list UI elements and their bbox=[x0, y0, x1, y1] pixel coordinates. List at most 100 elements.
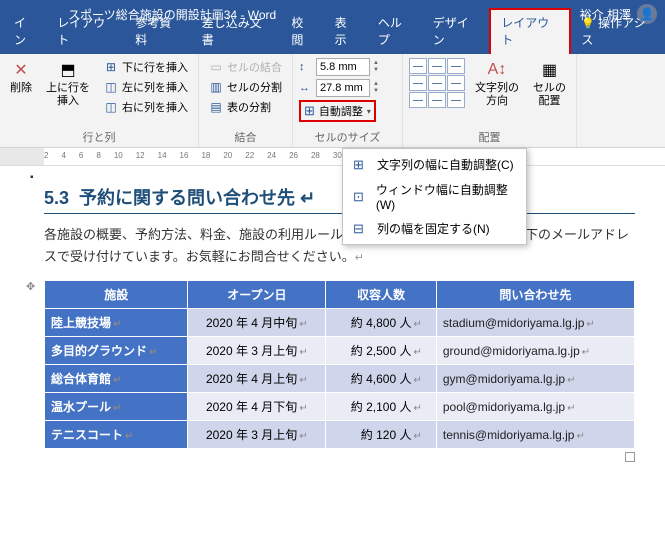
ruler-tick: 2 bbox=[44, 151, 48, 160]
split-table-button[interactable]: ▤表の分割 bbox=[205, 98, 286, 116]
cell-date[interactable]: 2020 年 4 月下旬↵ bbox=[188, 393, 326, 421]
insert-column-right-button[interactable]: ◫右に列を挿入 bbox=[100, 98, 192, 116]
horizontal-ruler[interactable]: 24681012141618202224262830323436384042 bbox=[0, 148, 665, 166]
section-heading[interactable]: 5.3 予約に関する問い合わせ先 ↵ bbox=[44, 178, 635, 214]
tab-tell-me[interactable]: 操作アシス bbox=[571, 10, 665, 54]
align-mr[interactable] bbox=[447, 75, 465, 91]
cell-facility[interactable]: 総合体育館↵ bbox=[45, 365, 188, 393]
cell-capacity[interactable]: 約 2,500 人↵ bbox=[326, 337, 437, 365]
delete-button[interactable]: ✕ 削除 bbox=[6, 58, 36, 97]
width-icon: ↔ bbox=[299, 82, 313, 94]
cell-email[interactable]: tennis@midoriyama.lg.jp↵ bbox=[436, 421, 634, 449]
insert-row-below-button[interactable]: ⊞下に行を挿入 bbox=[100, 58, 192, 76]
text-direction-label: 文字列の 方向 bbox=[475, 82, 519, 108]
tab-view[interactable]: 表示 bbox=[325, 10, 368, 54]
col-contact[interactable]: 問い合わせ先 bbox=[436, 281, 634, 309]
insert-row-above-button[interactable]: ⬒ 上に行を 挿入 bbox=[42, 58, 94, 110]
ruler-tick: 4 bbox=[61, 151, 65, 160]
cell-email[interactable]: stadium@midoriyama.lg.jp↵ bbox=[436, 309, 634, 337]
tab-mailings[interactable]: 差し込み文書 bbox=[192, 10, 282, 54]
align-br[interactable] bbox=[447, 92, 465, 108]
fixed-width-item[interactable]: ⊟列の幅を固定する(N) bbox=[343, 216, 526, 241]
align-bl[interactable] bbox=[409, 92, 427, 108]
cell-facility[interactable]: 温水プール↵ bbox=[45, 393, 188, 421]
ruler-tick: 24 bbox=[267, 151, 276, 160]
column-width-spinner[interactable]: ↔ ▲▼ bbox=[299, 79, 379, 97]
table-row[interactable]: 陸上競技場↵2020 年 4 月中旬↵約 4,800 人↵stadium@mid… bbox=[45, 309, 635, 337]
row-height-input[interactable] bbox=[316, 58, 370, 76]
cell-facility[interactable]: 陸上競技場↵ bbox=[45, 309, 188, 337]
split-cells-button[interactable]: ▥セルの分割 bbox=[205, 78, 286, 96]
delete-label: 削除 bbox=[10, 82, 32, 95]
insert-column-left-button[interactable]: ◫ 左に列を挿入 bbox=[100, 78, 192, 96]
insert-left-label: 左に列を挿入 bbox=[122, 79, 188, 95]
ruler-tick: 18 bbox=[201, 151, 210, 160]
down-caret-icon[interactable]: ▼ bbox=[373, 67, 379, 74]
ruler-tick: 8 bbox=[96, 151, 100, 160]
insert-above-label: 上に行を 挿入 bbox=[46, 82, 90, 108]
cell-email[interactable]: gym@midoriyama.lg.jp↵ bbox=[436, 365, 634, 393]
ruler-tick: 20 bbox=[223, 151, 232, 160]
table-row[interactable]: テニスコート↵2020 年 3 月上旬↵約 120 人↵tennis@midor… bbox=[45, 421, 635, 449]
cell-date[interactable]: 2020 年 4 月中旬↵ bbox=[188, 309, 326, 337]
down-caret-icon[interactable]: ▼ bbox=[373, 88, 379, 95]
cell-facility[interactable]: 多目的グラウンド↵ bbox=[45, 337, 188, 365]
ruler-tick: 6 bbox=[79, 151, 83, 160]
table-anchor-icon[interactable]: ✥ bbox=[26, 280, 35, 293]
align-bc[interactable] bbox=[428, 92, 446, 108]
up-caret-icon[interactable]: ▲ bbox=[373, 60, 379, 67]
cell-capacity[interactable]: 約 2,100 人↵ bbox=[326, 393, 437, 421]
tab-references[interactable]: 参考資料 bbox=[125, 10, 191, 54]
table-row[interactable]: 多目的グラウンド↵2020 年 3 月上旬↵約 2,500 人↵ground@m… bbox=[45, 337, 635, 365]
table-row[interactable]: 温水プール↵2020 年 4 月下旬↵約 2,100 人↵pool@midori… bbox=[45, 393, 635, 421]
dropdown-caret-icon: ▾ bbox=[367, 107, 371, 116]
tab-layout-doc[interactable]: レイアウト bbox=[47, 10, 125, 54]
autofit-icon: ⊞ bbox=[304, 103, 315, 119]
cell-margins-button[interactable]: ▦ セルの 配置 bbox=[529, 58, 570, 110]
paragraph-text: 各施設の概要、予約方法、料金、施設の利用ルールなどに関する問い合わせは、以下のメ… bbox=[44, 227, 629, 264]
ruler-tick: 16 bbox=[180, 151, 189, 160]
table-row[interactable]: 総合体育館↵2020 年 4 月上旬↵約 4,600 人↵gym@midoriy… bbox=[45, 365, 635, 393]
cell-capacity[interactable]: 約 120 人↵ bbox=[326, 421, 437, 449]
cell-email[interactable]: pool@midoriyama.lg.jp↵ bbox=[436, 393, 634, 421]
facilities-table[interactable]: 施設 オープン日 収容人数 問い合わせ先 陸上競技場↵2020 年 4 月中旬↵… bbox=[44, 280, 635, 449]
return-mark-icon: ↵ bbox=[300, 188, 315, 208]
tab-design-doc[interactable]: イン bbox=[4, 10, 47, 54]
cell-capacity[interactable]: 約 4,600 人↵ bbox=[326, 365, 437, 393]
tab-review[interactable]: 校閲 bbox=[281, 10, 324, 54]
ruler-tick: 22 bbox=[245, 151, 254, 160]
cell-margins-label: セルの 配置 bbox=[533, 82, 566, 108]
col-facility[interactable]: 施設 bbox=[45, 281, 188, 309]
cell-date[interactable]: 2020 年 3 月上旬↵ bbox=[188, 421, 326, 449]
insert-below-icon: ⊞ bbox=[104, 60, 118, 74]
ruler-tick: 10 bbox=[114, 151, 123, 160]
autofit-button[interactable]: ⊞ 自動調整 ▾ bbox=[299, 100, 376, 122]
autofit-label: 自動調整 bbox=[319, 103, 363, 119]
align-tr[interactable] bbox=[447, 58, 465, 74]
autofit-contents-item[interactable]: ⊞文字列の幅に自動調整(C) bbox=[343, 152, 526, 177]
col-capacity[interactable]: 収容人数 bbox=[326, 281, 437, 309]
body-paragraph[interactable]: 各施設の概要、予約方法、料金、施設の利用ルールなどに関する問い合わせは、以下のメ… bbox=[44, 224, 635, 268]
group-merge-label: 結合 bbox=[205, 127, 286, 145]
table-resize-handle[interactable] bbox=[625, 452, 635, 462]
tab-table-design[interactable]: デザイン bbox=[423, 10, 489, 54]
column-width-input[interactable] bbox=[316, 79, 370, 97]
align-ml[interactable] bbox=[409, 75, 427, 91]
row-height-spinner[interactable]: ↕ ▲▼ bbox=[299, 58, 379, 76]
group-alignment: A↕ 文字列の 方向 ▦ セルの 配置 配置 bbox=[403, 54, 577, 147]
align-tc[interactable] bbox=[428, 58, 446, 74]
tab-table-layout[interactable]: レイアウト bbox=[489, 8, 571, 54]
up-caret-icon[interactable]: ▲ bbox=[373, 81, 379, 88]
align-tl[interactable] bbox=[409, 58, 427, 74]
align-mc[interactable] bbox=[428, 75, 446, 91]
cell-date[interactable]: 2020 年 3 月上旬↵ bbox=[188, 337, 326, 365]
cell-date[interactable]: 2020 年 4 月上旬↵ bbox=[188, 365, 326, 393]
tab-help[interactable]: ヘルプ bbox=[368, 10, 423, 54]
cell-capacity[interactable]: 約 4,800 人↵ bbox=[326, 309, 437, 337]
text-direction-button[interactable]: A↕ 文字列の 方向 bbox=[471, 58, 523, 110]
insert-left-icon: ◫ bbox=[104, 80, 118, 94]
col-open-date[interactable]: オープン日 bbox=[188, 281, 326, 309]
autofit-window-item[interactable]: ⊡ウィンドウ幅に自動調整(W) bbox=[343, 177, 526, 216]
cell-email[interactable]: ground@midoriyama.lg.jp↵ bbox=[436, 337, 634, 365]
cell-facility[interactable]: テニスコート↵ bbox=[45, 421, 188, 449]
